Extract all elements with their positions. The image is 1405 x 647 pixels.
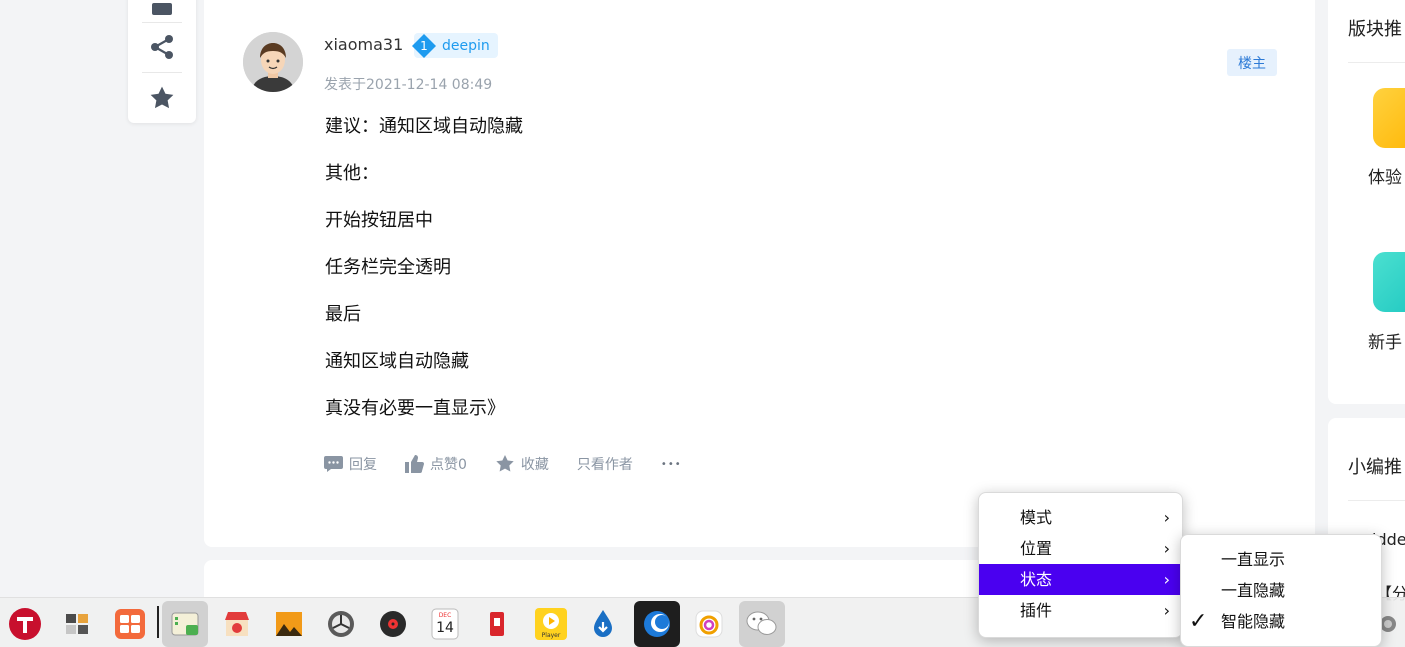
favorite-button[interactable]: 收藏 xyxy=(495,454,549,474)
dock-context-menu: 模式 › 位置 › 状态 › 插件 › xyxy=(978,492,1183,638)
comment-icon xyxy=(324,456,343,472)
submenu-item-always-show[interactable]: 一直显示 xyxy=(1181,544,1381,575)
divider xyxy=(1348,62,1405,63)
like-label: 点赞0 xyxy=(430,457,467,473)
sidebar-title: 小编推 xyxy=(1348,457,1402,478)
chevron-right-icon: › xyxy=(1163,570,1170,589)
music-icon[interactable] xyxy=(370,601,416,647)
owner-tag: 楼主 xyxy=(1227,49,1277,76)
menu-item-label: 位置 xyxy=(1020,539,1053,558)
sidebar-title: 版块推 xyxy=(1348,19,1402,40)
menu-item-label: 插件 xyxy=(1020,601,1053,620)
favorite-label: 收藏 xyxy=(520,457,549,473)
system-monitor-icon[interactable] xyxy=(634,601,680,647)
share-icon[interactable] xyxy=(144,29,180,65)
like-icon[interactable] xyxy=(144,0,180,28)
menu-item-label: 模式 xyxy=(1020,508,1053,527)
badge-name: deepin xyxy=(442,37,490,54)
launcher-icon[interactable] xyxy=(2,601,48,647)
like-button[interactable]: 点赞0 xyxy=(405,454,467,474)
content-line: 任务栏完全透明 xyxy=(325,257,451,278)
post-time: 发表于2021-12-14 08:49 xyxy=(324,77,493,93)
level-badge: 1 deepin xyxy=(412,33,498,58)
submenu-item-label: 智能隐藏 xyxy=(1221,612,1286,631)
browser-icon[interactable] xyxy=(318,601,364,647)
more-icon: ••• xyxy=(660,458,682,470)
sidebar-recommend-boards: 版块推 体验 新手 xyxy=(1328,0,1405,404)
check-icon: ✓ xyxy=(1189,609,1208,634)
more-button[interactable]: ••• xyxy=(661,459,682,470)
screen-recorder-icon[interactable] xyxy=(474,601,520,647)
multitask-view-icon[interactable] xyxy=(55,601,101,647)
post-action-rail xyxy=(128,0,196,123)
chevron-right-icon: › xyxy=(1163,601,1170,620)
calendar-icon[interactable]: DEC 14 xyxy=(422,601,468,647)
menu-item-status[interactable]: 状态 › xyxy=(979,564,1182,595)
content-line: 最后 xyxy=(325,304,361,325)
app-store-icon[interactable] xyxy=(214,601,260,647)
chevron-right-icon: › xyxy=(1163,508,1170,527)
level-icon: 1 xyxy=(412,33,436,58)
menu-item-position[interactable]: 位置 › xyxy=(979,533,1182,564)
chevron-right-icon: › xyxy=(1163,539,1170,558)
experience-board-icon[interactable] xyxy=(1373,88,1405,148)
submenu-item-label: 一直隐藏 xyxy=(1221,581,1286,600)
wechat-icon[interactable] xyxy=(739,601,785,647)
post-content: 建议：通知区域自动隐藏 其他： 开始按钮居中 任务栏完全透明 最后 通知区域自动… xyxy=(325,114,523,443)
submenu-item-smart-hide[interactable]: ✓ 智能隐藏 xyxy=(1181,606,1381,637)
thumbs-up-icon xyxy=(405,455,424,473)
content-line: 开始按钮居中 xyxy=(325,210,433,231)
video-player-icon[interactable]: Player xyxy=(528,601,574,647)
menu-item-mode[interactable]: 模式 › xyxy=(979,502,1182,533)
reply-label: 回复 xyxy=(349,457,377,473)
level-number: 1 xyxy=(420,38,428,53)
calendar-month: DEC xyxy=(439,612,452,619)
download-icon[interactable] xyxy=(580,601,626,647)
desktop-icon[interactable] xyxy=(107,601,153,647)
post-actions: 回复 点赞0 收藏 只看作者 ••• xyxy=(324,454,710,474)
menu-item-label: 状态 xyxy=(1020,570,1053,589)
content-line: 建议：通知区域自动隐藏 xyxy=(325,116,523,137)
image-viewer-icon[interactable] xyxy=(266,601,312,647)
star-icon xyxy=(496,454,514,471)
rail-divider xyxy=(142,72,182,73)
post-card: xiaoma31 1 deepin 发表于2021-12-14 08:49 楼主… xyxy=(204,0,1315,547)
submenu-item-label: 一直显示 xyxy=(1221,550,1286,569)
divider xyxy=(1348,500,1405,501)
dock-separator xyxy=(157,606,159,638)
content-line: 其他： xyxy=(325,163,379,184)
player-label: Player xyxy=(542,632,561,639)
file-manager-icon[interactable] xyxy=(162,601,208,647)
author-only-label: 只看作者 xyxy=(576,457,633,473)
board-label[interactable]: 新手 xyxy=(1368,328,1402,353)
rail-divider xyxy=(142,22,182,23)
content-line: 通知区域自动隐藏 xyxy=(325,351,469,372)
calendar-day: 14 xyxy=(436,620,454,636)
avatar[interactable] xyxy=(243,32,303,92)
status-submenu: 一直显示 一直隐藏 ✓ 智能隐藏 xyxy=(1180,534,1382,647)
newbie-board-icon[interactable] xyxy=(1373,252,1405,312)
draw-app-icon[interactable] xyxy=(686,601,732,647)
post-username[interactable]: xiaoma31 xyxy=(324,35,403,54)
submenu-item-always-hide[interactable]: 一直隐藏 xyxy=(1181,575,1381,606)
author-only-button[interactable]: 只看作者 xyxy=(577,454,633,474)
menu-item-plugins[interactable]: 插件 › xyxy=(979,595,1182,626)
reply-button[interactable]: 回复 xyxy=(324,454,377,474)
star-icon[interactable] xyxy=(144,80,180,116)
content-line: 真没有必要一直显示》 xyxy=(325,398,505,419)
board-label[interactable]: 体验 xyxy=(1368,163,1402,188)
